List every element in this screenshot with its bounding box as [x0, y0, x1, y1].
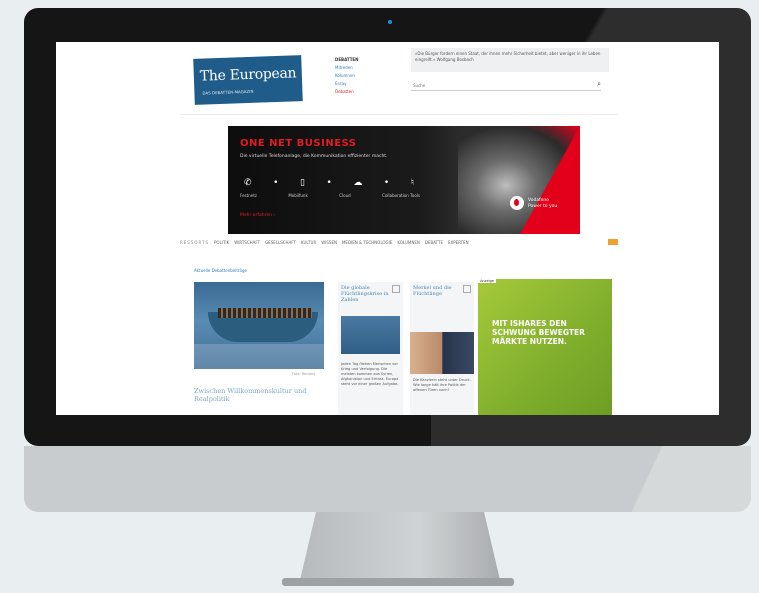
monitor-foot [282, 578, 514, 586]
vodafone-logo-icon [510, 196, 524, 210]
ressort-item[interactable]: WISSEN [321, 240, 337, 245]
ressort-label: RESSORTS [180, 239, 210, 245]
ad-label-row: Festnetz Mobilfunk Cloud Collaboration T… [240, 193, 420, 198]
article-card[interactable]: Merkel und die Flüchtlinge Die Kanzlerin… [410, 282, 474, 415]
quote-teaser[interactable]: »Die Bürger fordern einen Staat, der ihn… [411, 48, 609, 72]
ad-label-collab: Collaboration Tools [382, 193, 420, 198]
sea-wake [194, 344, 324, 369]
card-image[interactable] [341, 316, 400, 354]
monitor-chin [24, 446, 751, 512]
expand-icon[interactable] [463, 285, 471, 293]
nav-item-mitreden[interactable]: Mitreden [335, 64, 405, 72]
card-title[interactable]: Merkel und die Flüchtlinge [413, 285, 463, 297]
ressort-item[interactable]: WIRTSCHAFT [234, 240, 260, 245]
image-caption: Foto: Reuters [292, 372, 316, 376]
web-page: The European DAS DEBATTEN-MAGAZIN DEBATT… [180, 42, 618, 415]
ressort-item[interactable]: KULTUR [301, 240, 316, 245]
ressort-item[interactable]: MEDIEN & TECHNOLOGIE [342, 240, 392, 245]
ressort-item[interactable]: KOLUMNEN [397, 240, 419, 245]
nav-item-debatten[interactable]: Debatten [335, 88, 405, 96]
phone-icon: ✆ [244, 178, 252, 188]
ad-icon-row: ✆ • ▯ • ☁ • ♮ [244, 178, 414, 188]
main-story-image[interactable] [194, 282, 324, 369]
browser-screen: The European DAS DEBATTEN-MAGAZIN DEBATT… [56, 42, 719, 415]
ad-label-cloud: Cloud [339, 193, 351, 198]
ad-label-festnetz: Festnetz [240, 193, 257, 198]
card-title[interactable]: Die globale Flüchtlingskrise in Zahlen [341, 285, 397, 303]
ad-brand-sub: Power to you [528, 204, 558, 209]
nav-heading: DEBATTEN [335, 57, 359, 62]
ad-brand: Vodafone Power to you [528, 198, 557, 210]
header-divider [180, 114, 618, 115]
nav-item-kolumnen[interactable]: Kolumnen [335, 72, 405, 80]
headset-icon: ♮ [410, 178, 414, 188]
monitor-stand [300, 512, 500, 580]
search-input[interactable]: Suche ⌕ [411, 80, 601, 91]
ishares-ad[interactable]: Anzeige MIT ISHARES DEN SCHWUNG BEWEGTER… [478, 279, 612, 415]
ad-cta-link[interactable]: Mehr erfahren › [240, 213, 275, 218]
camera-dot [388, 20, 392, 24]
ressort-nav: RESSORTS POLITIK WIRTSCHAFT GESELLSCHAFT… [180, 238, 618, 246]
ressort-item[interactable]: POLITIK [214, 240, 229, 245]
mobile-icon: ▯ [299, 178, 305, 188]
ad-headline: ONE NET BUSINESS [240, 138, 357, 149]
expand-icon[interactable] [392, 285, 400, 293]
ad-label: Anzeige [478, 279, 496, 283]
ressort-item[interactable]: GESELLSCHAFT [265, 240, 296, 245]
logo-name: The European [199, 65, 297, 85]
ad-message: MIT ISHARES DEN SCHWUNG BEWEGTER MÄRKTE … [492, 319, 585, 346]
nav-item-essay[interactable]: Essay [335, 80, 405, 88]
ressort-item[interactable]: DEBATTE [425, 240, 443, 245]
boat-passengers [218, 308, 312, 318]
logo-tagline: DAS DEBATTEN-MAGAZIN [202, 88, 254, 96]
main-story-headline[interactable]: Zwischen Willkommenskultur und Realpolit… [194, 387, 324, 403]
ad-subline: Die virtuelle Telefonanlage, die Kommuni… [240, 154, 388, 159]
card-image[interactable] [410, 332, 474, 374]
card-text: Die Kanzlerin steht unter Druck. Wie lan… [413, 378, 471, 392]
ressort-item[interactable]: EXPERTEN [448, 240, 469, 245]
rss-icon[interactable] [608, 239, 618, 245]
search-icon[interactable]: ⌕ [597, 80, 601, 89]
search-placeholder: Suche [413, 83, 426, 88]
top-nav: DEBATTEN Mitreden Kolumnen Essay Debatte… [335, 56, 405, 96]
site-logo[interactable]: The European DAS DEBATTEN-MAGAZIN [193, 55, 303, 105]
vodafone-banner-ad[interactable]: ONE NET BUSINESS Die virtuelle Telefonan… [228, 126, 580, 234]
article-card[interactable]: Die globale Flüchtlingskrise in Zahlen J… [338, 282, 403, 415]
cloud-icon: ☁ [353, 178, 363, 188]
section-label[interactable]: Aktuelle Debattenbeiträge [194, 268, 247, 273]
ad-label-mobilfunk: Mobilfunk [288, 193, 308, 198]
card-text: Jeden Tag fliehen Menschen vor Krieg und… [341, 362, 399, 386]
